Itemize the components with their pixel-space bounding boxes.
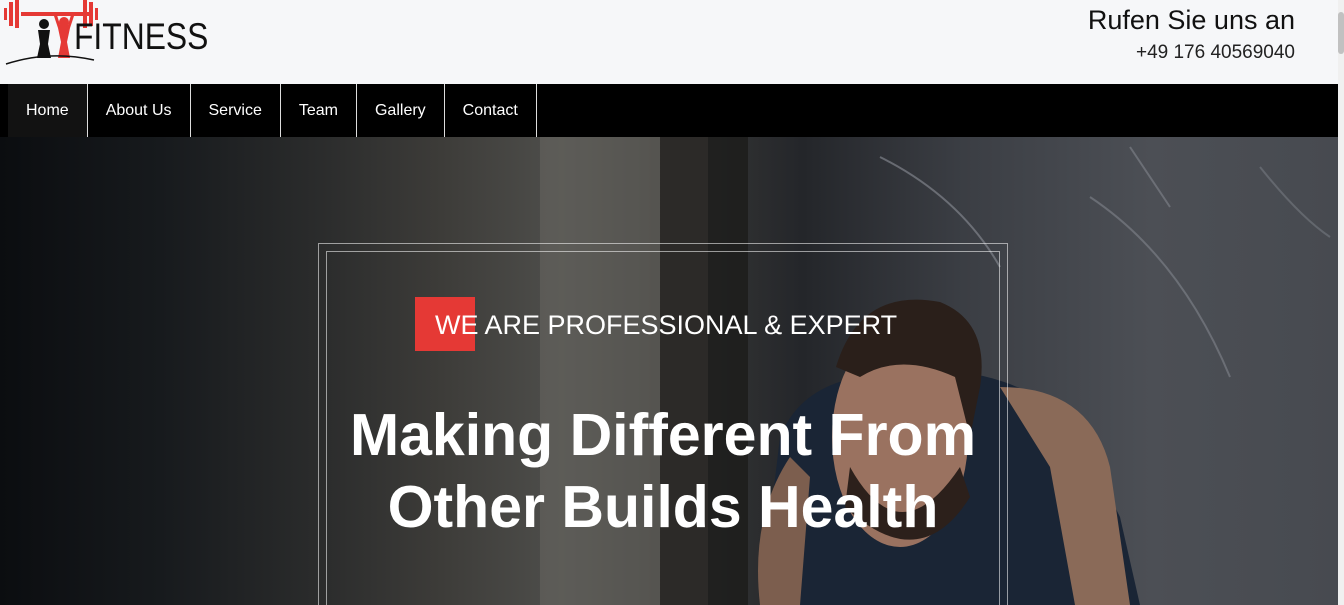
hero-tagline: WE ARE PROFESSIONAL & EXPERT — [435, 310, 898, 340]
phone-number[interactable]: +49 176 40569040 — [1088, 42, 1295, 64]
scrollbar-thumb[interactable] — [1338, 12, 1344, 54]
main-navigation: Home About Us Service Team Gallery Conta… — [0, 84, 1338, 137]
call-us-title: Rufen Sie uns an — [1087, 5, 1295, 35]
logo-text: FITNESS — [74, 16, 209, 57]
nav-item-gallery[interactable]: Gallery — [357, 84, 445, 137]
nav-item-contact[interactable]: Contact — [445, 84, 537, 137]
site-header: FITNESS Rufen Sie uns an +49 176 4056904… — [0, 0, 1338, 84]
site-logo[interactable]: FITNESS — [4, 0, 208, 70]
hero-headline: Making Different From Other Builds Healt… — [349, 402, 977, 540]
nav-item-team[interactable]: Team — [281, 84, 357, 137]
call-us-block: Rufen Sie uns an +49 176 40569040 — [1088, 4, 1295, 64]
page-scrollbar[interactable] — [1338, 0, 1344, 605]
nav-item-home[interactable]: Home — [8, 84, 88, 137]
nav-item-service[interactable]: Service — [191, 84, 281, 137]
nav-item-about-us[interactable]: About Us — [88, 84, 191, 137]
hero-banner: WE ARE PROFESSIONAL & EXPERT Making Diff… — [0, 137, 1338, 605]
